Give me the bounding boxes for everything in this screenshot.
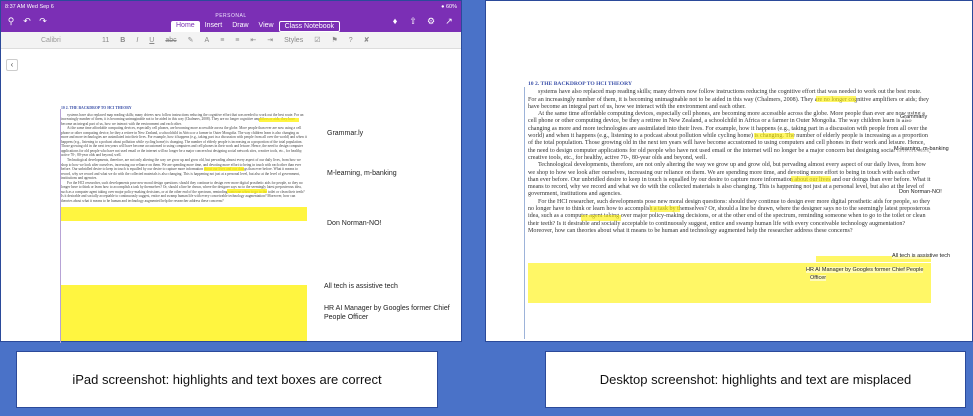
highlight-mark — [204, 167, 244, 171]
desktop-note-page: 10 2. THE BACKDROP TO HCI THEORY systems… — [528, 81, 931, 235]
text-box-note[interactable]: M-learning, m-banking — [327, 169, 397, 178]
tab-class-notebook[interactable]: Class Notebook — [278, 21, 341, 32]
strikethrough-button[interactable]: abc — [165, 37, 176, 44]
highlight-mark — [61, 285, 307, 341]
text-box-note[interactable]: Don Norman-NO! — [327, 219, 381, 228]
text-box-note[interactable]: All tech is assistive tech — [324, 282, 398, 291]
back-button[interactable]: ‹ — [6, 59, 18, 71]
desktop-screenshot-panel: 10 2. THE BACKDROP TO HCI THEORY systems… — [485, 0, 973, 342]
underline-button[interactable]: U — [149, 37, 154, 44]
italic-button[interactable]: I — [136, 37, 138, 44]
redo-icon[interactable]: ↷ — [37, 16, 49, 27]
font-name-field[interactable]: Calibri — [41, 37, 91, 44]
outdent-icon[interactable]: ⇤ — [250, 36, 256, 44]
status-time: 8:37 AM Wed Sep 6 — [5, 3, 54, 10]
page-margin-line — [524, 87, 525, 339]
text-box-note[interactable]: Don Norman-NO! — [899, 189, 942, 195]
gear-icon[interactable]: ⚙ — [425, 16, 437, 27]
numbering-icon[interactable]: ≡ — [235, 37, 239, 44]
text-box-note[interactable]: M-learning, m-banking — [894, 146, 949, 152]
bullets-icon[interactable]: ≡ — [220, 37, 224, 44]
onenote-ribbon: PERSONAL ⚲ ↶ ↷ Home Insert Draw View Cla… — [1, 12, 461, 32]
paragraph-3: Technological developments, therefore, a… — [61, 158, 302, 181]
undo-icon[interactable]: ↶ — [21, 16, 33, 27]
format-toolbar: Calibri 11 B I U abc ✎ A ≡ ≡ ⇤ ⇥ Styles … — [1, 32, 461, 49]
font-color-icon[interactable]: A — [205, 37, 210, 44]
clear-format-icon[interactable]: ✘ — [364, 36, 370, 44]
tab-view[interactable]: View — [254, 21, 279, 32]
ipad-status-bar: 8:37 AM Wed Sep 6 ● 60% — [1, 1, 461, 12]
text-box-note[interactable]: All tech is assistive tech — [892, 253, 951, 259]
text-box-note[interactable]: HR AI Manager by Googles former Chief Pe… — [806, 267, 924, 273]
highlight-icon[interactable]: ✎ — [188, 36, 194, 44]
text-box-note[interactable]: Grammar.ly — [327, 129, 363, 138]
battery-indicator: ● 60% — [441, 3, 457, 10]
search-icon[interactable]: ⚲ — [5, 16, 17, 27]
tag-icon[interactable]: ⚑ — [331, 36, 337, 44]
section-heading: 10 2. THE BACKDROP TO HCI THEORY — [528, 81, 632, 87]
tab-draw[interactable]: Draw — [227, 21, 253, 32]
styles-button[interactable]: Styles — [284, 37, 303, 44]
indent-icon[interactable]: ⇥ — [267, 36, 273, 44]
desktop-caption: Desktop screenshot: highlights and text … — [545, 351, 966, 408]
ipad-caption: iPad screenshot: highlights and text box… — [16, 351, 438, 408]
highlight-mark — [816, 96, 856, 102]
paragraph-3: Technological developments, therefore, a… — [528, 162, 931, 198]
paragraph-2: At the same time affordable computing de… — [61, 126, 307, 158]
highlight-mark — [581, 215, 621, 221]
highlight-mark — [650, 206, 680, 212]
tab-insert[interactable]: Insert — [200, 21, 228, 32]
highlight-mark — [227, 189, 267, 193]
paragraph-1: systems have also replaced map reading s… — [528, 89, 929, 110]
bold-button[interactable]: B — [120, 37, 125, 44]
tab-home[interactable]: Home — [171, 21, 200, 32]
text-box-note[interactable]: HR AI Manager by Googles former Chief Pe… — [324, 304, 460, 322]
section-heading: 10 2. THE BACKDROP TO HCI THEORY — [61, 106, 132, 110]
highlight-mark — [791, 176, 831, 182]
highlight-mark — [259, 118, 299, 122]
paragraph-2: At the same time affordable computing de… — [528, 111, 931, 161]
paragraph-4: For the HCI researcher, such development… — [61, 180, 305, 203]
text-box-note[interactable]: Grammarly — [900, 114, 928, 120]
share-icon[interactable]: ⇧ — [407, 16, 419, 27]
bell-icon[interactable]: ♦ — [389, 16, 401, 27]
highlight-mark — [754, 133, 794, 139]
ribbon-tabs: Home Insert Draw View Class Notebook — [171, 21, 341, 32]
expand-icon[interactable]: ↗ — [443, 16, 455, 27]
ipad-screenshot-panel: 8:37 AM Wed Sep 6 ● 60% PERSONAL ⚲ ↶ ↷ H… — [0, 0, 462, 343]
font-size-field[interactable]: 11 — [102, 37, 109, 44]
help-icon[interactable]: ? — [349, 37, 353, 44]
highlight-mark — [61, 207, 307, 221]
checkbox-icon[interactable]: ☑ — [314, 36, 320, 44]
text-box-note[interactable]: Officer — [810, 275, 827, 281]
